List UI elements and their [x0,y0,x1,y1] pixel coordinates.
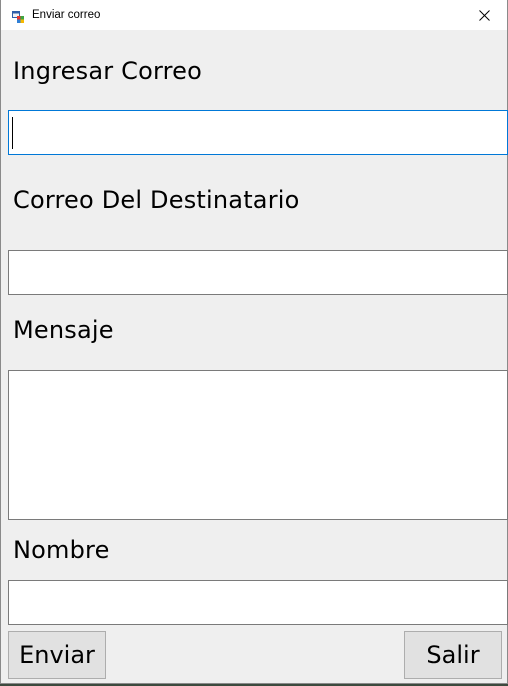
sender-email-input[interactable] [8,110,508,155]
message-textarea[interactable] [8,370,508,520]
exit-button[interactable]: Salir [404,631,502,679]
window-title: Enviar correo [32,9,101,21]
recipient-email-input[interactable] [8,250,508,295]
name-input[interactable] [8,580,508,625]
text-caret [12,117,13,149]
close-icon [478,6,490,25]
close-button[interactable] [461,0,507,30]
title-bar[interactable]: Enviar correo [1,0,507,30]
recipient-email-label: Correo Del Destinatario [13,186,300,214]
send-button[interactable]: Enviar [8,631,106,679]
windows-form-icon [12,8,24,23]
name-label: Nombre [13,536,110,564]
message-label: Mensaje [13,316,114,344]
enviar-correo-window: Enviar correo Ingresar Correo Correo Del… [0,0,508,684]
sender-email-label: Ingresar Correo [13,57,203,85]
